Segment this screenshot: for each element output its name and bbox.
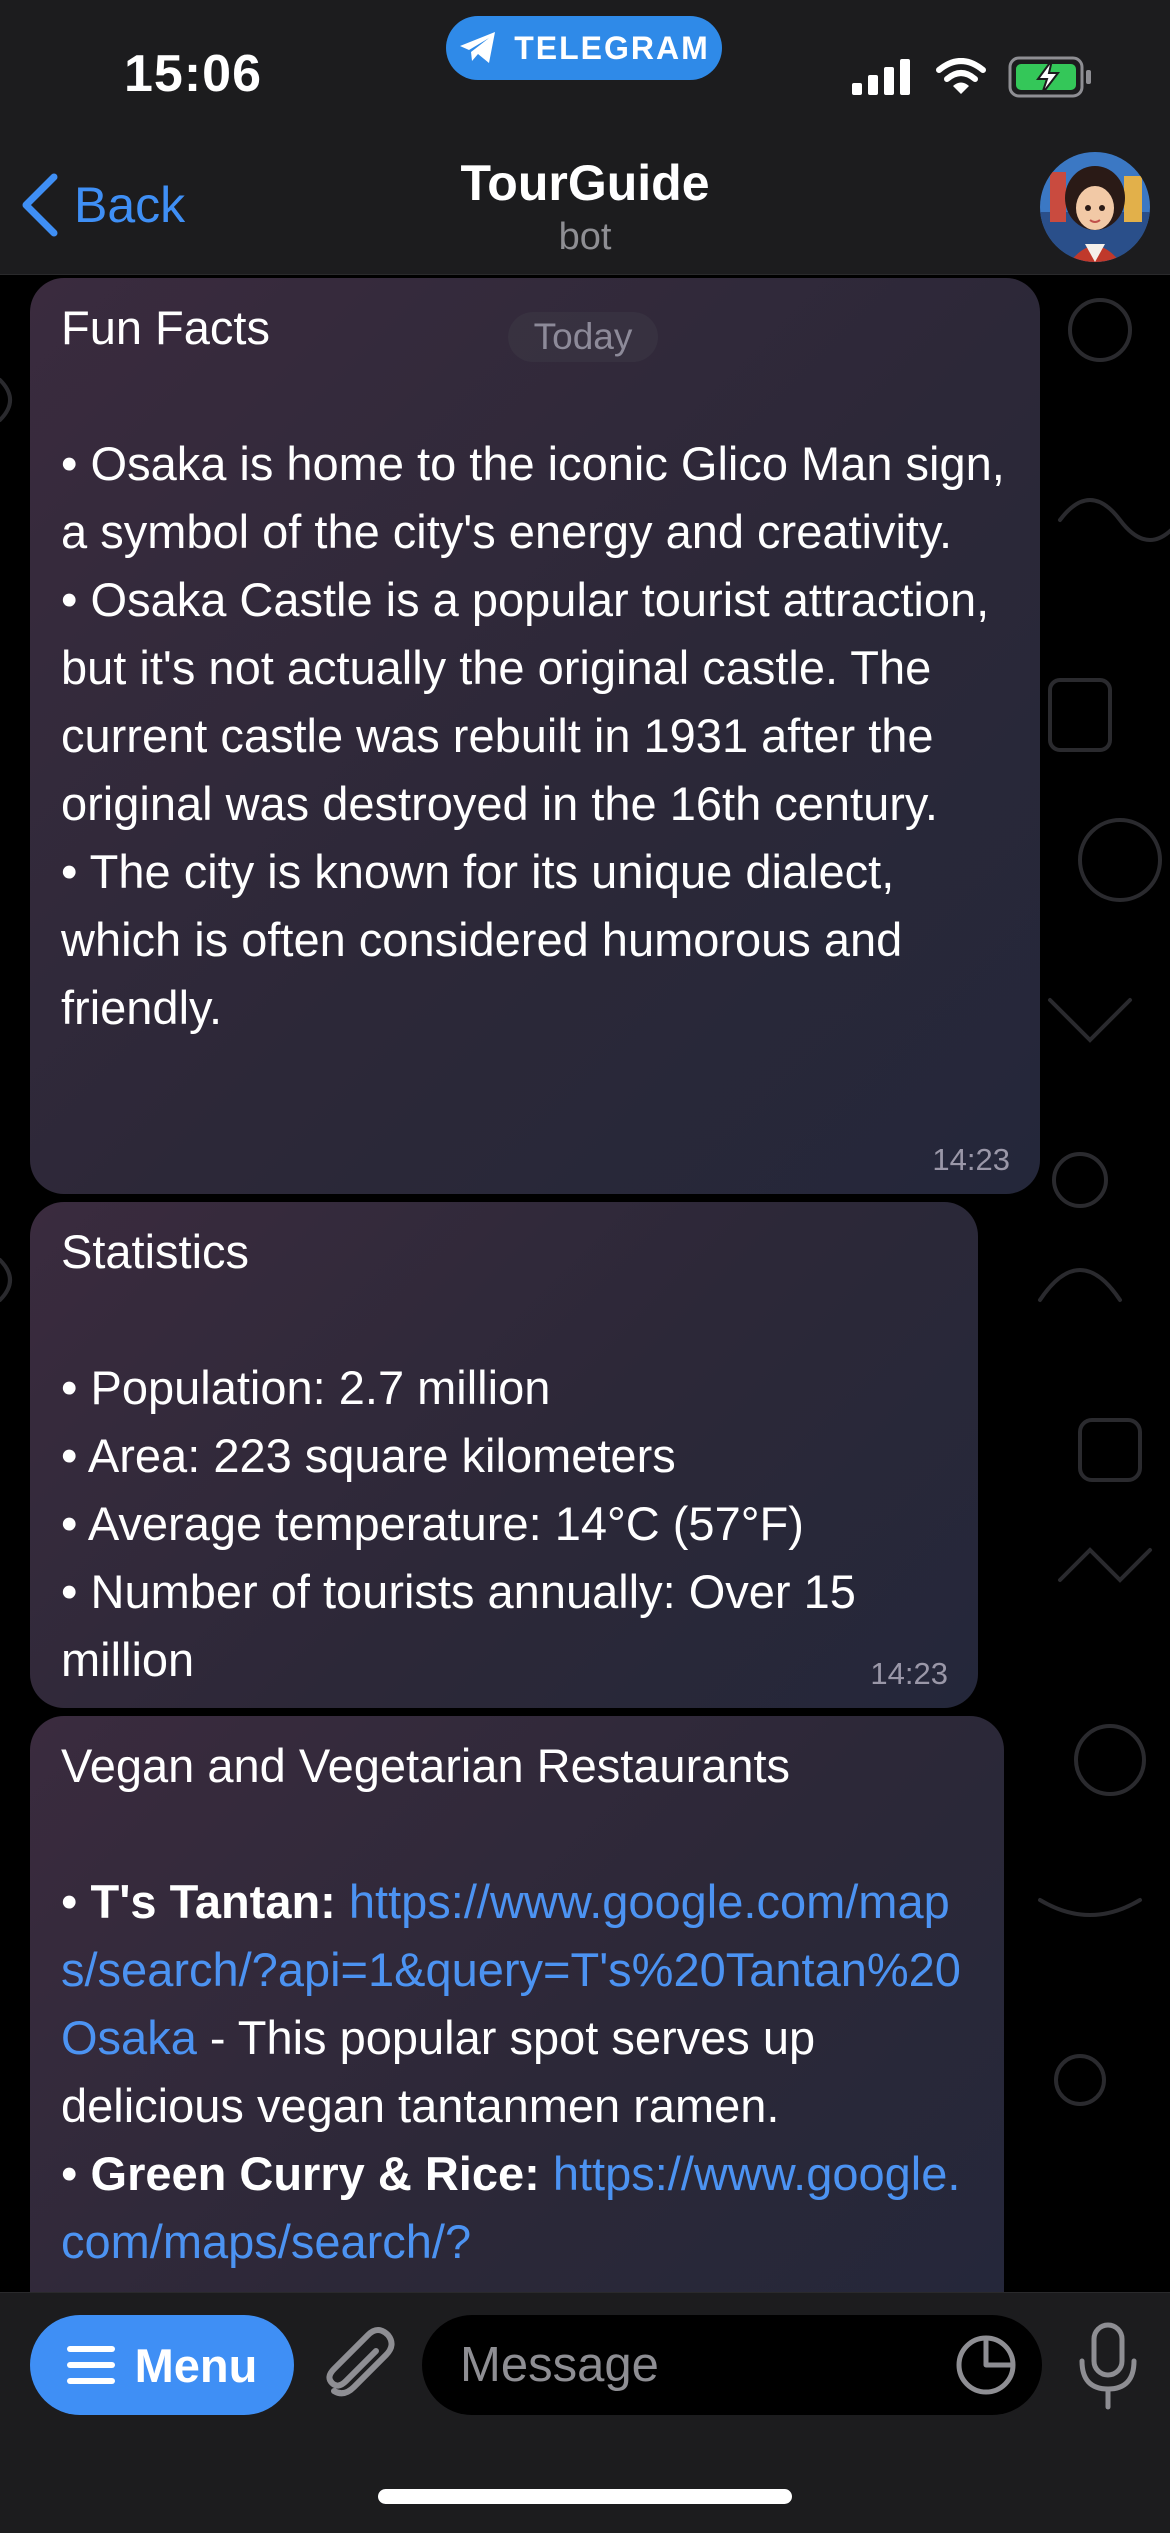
- status-bar: 15:06 TELEGRAM: [0, 0, 1170, 140]
- avatar-illustration: [1040, 152, 1150, 262]
- bot-avatar[interactable]: [1040, 152, 1150, 262]
- signal-icon: [852, 59, 910, 95]
- message-input[interactable]: [422, 2315, 1042, 2415]
- sticker-button[interactable]: [954, 2333, 1018, 2397]
- message-list[interactable]: Fun Facts • Osaka is home to the iconic …: [0, 274, 1170, 2292]
- restaurant-name: Green Curry & Rice:: [90, 2147, 540, 2200]
- message-line: • Area: 223 square kilometers: [61, 1429, 676, 1482]
- message-line: • Population: 2.7 million: [61, 1361, 551, 1414]
- hamburger-menu-icon: [66, 2346, 115, 2384]
- message-heading: Vegan and Vegetarian Restaurants: [61, 1739, 791, 1792]
- message-line: • Number of tourists annually: Over 15 m…: [61, 1565, 869, 1686]
- message-bubble: Vegan and Vegetarian Restaurants • T's T…: [30, 1716, 1004, 2292]
- microphone-icon: [1079, 2322, 1137, 2410]
- battery-charging-icon: [1008, 56, 1091, 98]
- message-heading: Statistics: [61, 1225, 250, 1278]
- message-line: • Average temperature: 14°C (57°F): [61, 1497, 804, 1550]
- chat-title: TourGuide: [460, 155, 710, 211]
- paperclip-icon: [326, 2327, 395, 2397]
- message-time: 14:23: [870, 1656, 948, 1691]
- menu-label: Menu: [134, 2338, 258, 2392]
- message-bubble: Statistics • Population: 2.7 million • A…: [30, 1202, 978, 1708]
- telegram-plane-icon: [460, 32, 496, 63]
- home-indicator: [378, 2489, 792, 2504]
- restaurant-name: T's Tantan:: [90, 1875, 336, 1928]
- back-label: Back: [74, 177, 186, 233]
- microphone-button[interactable]: [1076, 2321, 1140, 2411]
- app-pill-label: TELEGRAM: [514, 29, 710, 66]
- wifi-icon: [936, 58, 986, 94]
- message-line: • Osaka is home to the iconic Glico Man …: [61, 437, 1018, 558]
- message-time: 14:23: [932, 1142, 1010, 1177]
- sticker-icon: [956, 2335, 1016, 2395]
- bot-menu-button[interactable]: Menu: [30, 2315, 294, 2415]
- status-icons: [852, 56, 1094, 98]
- status-time: 15:06: [124, 45, 262, 103]
- back-button[interactable]: Back: [20, 170, 185, 240]
- return-to-telegram-pill[interactable]: TELEGRAM: [446, 16, 722, 80]
- chat-header: Back TourGuide bot: [0, 140, 1170, 275]
- message-line: • Osaka Castle is a popular tourist attr…: [61, 573, 1003, 830]
- message-bubble: Fun Facts • Osaka is home to the iconic …: [30, 278, 1040, 1194]
- chat-subtitle: bot: [558, 216, 612, 258]
- restaurant-item: • Green Curry & Rice: https://www.google…: [61, 2147, 961, 2268]
- attach-button[interactable]: [318, 2321, 398, 2409]
- restaurant-item: • T's Tantan: https://www.google.com/map…: [61, 1875, 961, 2132]
- message-line: • The city is known for its unique diale…: [61, 845, 916, 1034]
- chat-title-block[interactable]: TourGuide bot: [335, 154, 835, 259]
- date-chip: Today: [508, 312, 658, 362]
- message-composer: Menu: [0, 2292, 1170, 2533]
- chevron-left-icon: [22, 173, 58, 237]
